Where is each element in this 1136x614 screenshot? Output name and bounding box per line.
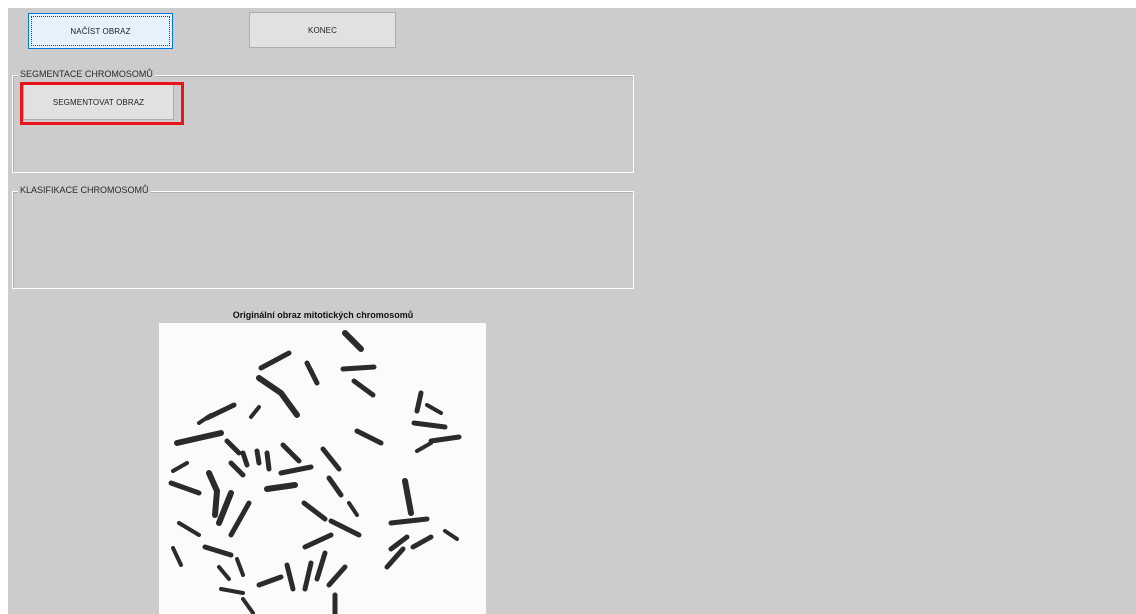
segment-image-button[interactable]: SEGMENTOVAT OBRAZ xyxy=(23,84,174,120)
classification-panel-title: KLASIFIKACE CHROMOSOMŮ xyxy=(18,184,151,196)
chromosome-image xyxy=(159,323,486,614)
image-title: Originální obraz mitotických chromosomů xyxy=(232,310,414,320)
chromosome-image-icon xyxy=(168,330,462,614)
load-image-button[interactable]: NAČÍST OBRAZ xyxy=(28,13,173,49)
exit-button[interactable]: KONEC xyxy=(249,12,396,48)
main-window: NAČÍST OBRAZ KONEC SEGMENTACE CHROMOSOMŮ… xyxy=(8,8,1136,614)
segmentation-panel-title: SEGMENTACE CHROMOSOMŮ xyxy=(18,68,155,80)
classification-panel: KLASIFIKACE CHROMOSOMŮ xyxy=(12,184,634,289)
